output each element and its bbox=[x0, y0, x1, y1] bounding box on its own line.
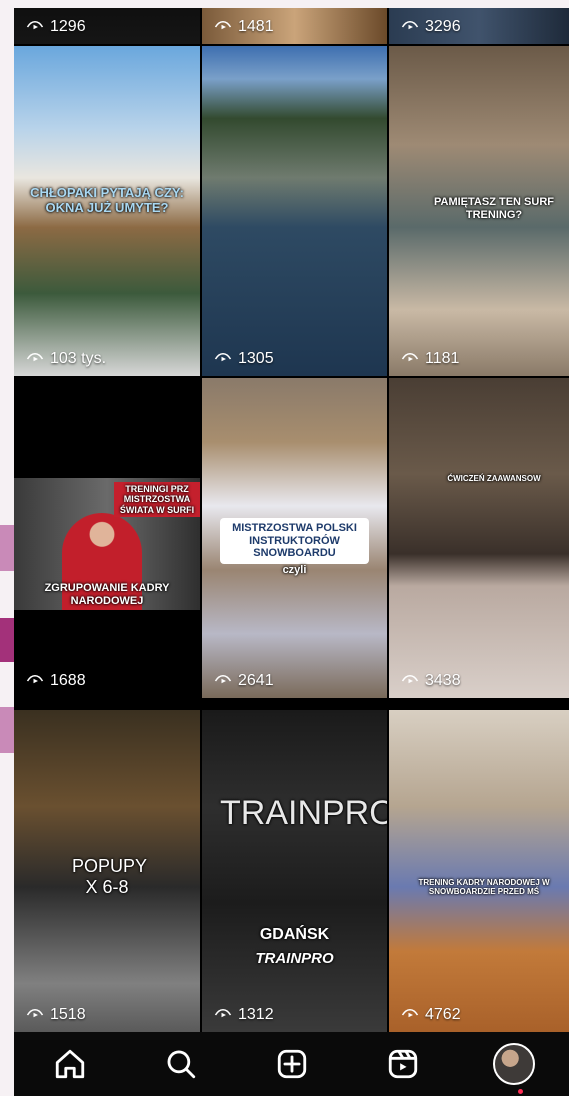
nav-reels[interactable] bbox=[381, 1042, 425, 1086]
nav-profile[interactable] bbox=[492, 1042, 536, 1086]
grid-tile-9[interactable]: ĆWICZEŃ ZAAWANSOW 3438 bbox=[389, 378, 569, 698]
view-count: 1688 bbox=[26, 672, 86, 690]
play-views-icon bbox=[214, 352, 232, 362]
tile-overlay-text: PAMIĘTASZ TEN SURF TRENING? bbox=[434, 196, 554, 221]
view-count: 1312 bbox=[214, 1006, 274, 1024]
side-accent-1 bbox=[0, 525, 14, 571]
grid-tile-6[interactable]: PAMIĘTASZ TEN SURF TRENING? 1181 bbox=[389, 46, 569, 376]
home-icon bbox=[55, 1049, 84, 1079]
view-count: 1481 bbox=[214, 18, 274, 36]
play-views-icon bbox=[214, 674, 232, 684]
view-count: 4762 bbox=[401, 1006, 461, 1024]
grid-tile-7[interactable]: TRENINGI PRZ MISTRZOSTWA ŚWIATA W SURFI … bbox=[14, 378, 200, 698]
view-count: 1181 bbox=[401, 350, 459, 368]
reels-grid-screen: 1296 1481 3296 CHŁOPAKI PYTAJĄ CZY: OKNA… bbox=[14, 0, 569, 1096]
play-views-icon bbox=[26, 1008, 44, 1018]
play-views-icon bbox=[401, 674, 419, 684]
tile-overlay-text: POPUPY X 6-8 bbox=[72, 856, 148, 897]
nav-home[interactable] bbox=[48, 1042, 92, 1086]
notification-dot bbox=[518, 1089, 523, 1094]
tile-overlay-text: MISTRZOSTWA POLSKI INSTRUKTORÓW SNOWBOAR… bbox=[220, 518, 369, 564]
play-views-icon bbox=[401, 352, 419, 362]
nav-create[interactable] bbox=[270, 1042, 314, 1086]
bottom-nav bbox=[14, 1032, 569, 1096]
grid-tile-5[interactable]: 1305 bbox=[202, 46, 387, 376]
grid-tile-4[interactable]: CHŁOPAKI PYTAJĄ CZY: OKNA JUŻ UMYTE? 103… bbox=[14, 46, 200, 376]
side-accent-3 bbox=[0, 707, 14, 753]
view-count: 1518 bbox=[26, 1006, 86, 1024]
view-count: 3438 bbox=[401, 672, 461, 690]
play-views-icon bbox=[214, 20, 232, 30]
grid-tile-12[interactable]: TRENING KADRY NARODOWEJ W SNOWBOARDZIE P… bbox=[389, 710, 569, 1032]
side-accent-2 bbox=[0, 618, 14, 662]
play-views-icon bbox=[26, 20, 44, 30]
play-views-icon bbox=[214, 1008, 232, 1018]
grid-tile-2[interactable]: 1481 bbox=[202, 8, 387, 44]
view-count: 2641 bbox=[214, 672, 274, 690]
top-edge bbox=[14, 0, 569, 8]
tile-overlay-text-2: TRAINPRO bbox=[255, 950, 334, 967]
play-views-icon bbox=[401, 1008, 419, 1018]
tile-overlay-text: ĆWICZEŃ ZAAWANSOW bbox=[447, 474, 541, 483]
grid-tile-1[interactable]: 1296 bbox=[14, 8, 200, 44]
view-count: 103 tys. bbox=[26, 350, 106, 368]
tile-overlay-text-2: ZGRUPOWANIE KADRY NARODOWEJ bbox=[44, 582, 170, 607]
tile-overlay-text: GDAŃSK bbox=[259, 926, 330, 943]
view-count: 3296 bbox=[401, 18, 461, 36]
view-count: 1305 bbox=[214, 350, 274, 368]
tile-overlay-text-2: czyli bbox=[282, 564, 307, 576]
grid-tile-8[interactable]: MISTRZOSTWA POLSKI INSTRUKTORÓW SNOWBOAR… bbox=[202, 378, 387, 698]
play-views-icon bbox=[26, 352, 44, 362]
reels-icon bbox=[388, 1049, 417, 1079]
view-count: 1296 bbox=[26, 18, 86, 36]
tile-overlay-text: TRENINGI PRZ MISTRZOSTWA ŚWIATA W SURFI bbox=[114, 482, 200, 518]
search-icon bbox=[167, 1050, 195, 1079]
play-views-icon bbox=[401, 20, 419, 30]
play-views-icon bbox=[26, 674, 44, 684]
avatar bbox=[492, 1043, 535, 1085]
nav-search[interactable] bbox=[159, 1042, 203, 1086]
grid-tile-11[interactable]: TRAINPRO GDAŃSK TRAINPRO 1312 bbox=[202, 710, 387, 1032]
tile-overlay-text: TRENING KADRY NARODOWEJ W SNOWBOARDZIE P… bbox=[418, 878, 550, 897]
grid-tile-3[interactable]: 3296 bbox=[389, 8, 569, 44]
tile-overlay-text: CHŁOPAKI PYTAJĄ CZY: OKNA JUŻ UMYTE? bbox=[30, 185, 184, 215]
grid-tile-10[interactable]: POPUPY X 6-8 1518 bbox=[14, 710, 200, 1032]
plus-square-icon bbox=[277, 1049, 306, 1079]
wall-sign-text: TRAINPRO bbox=[220, 794, 387, 832]
